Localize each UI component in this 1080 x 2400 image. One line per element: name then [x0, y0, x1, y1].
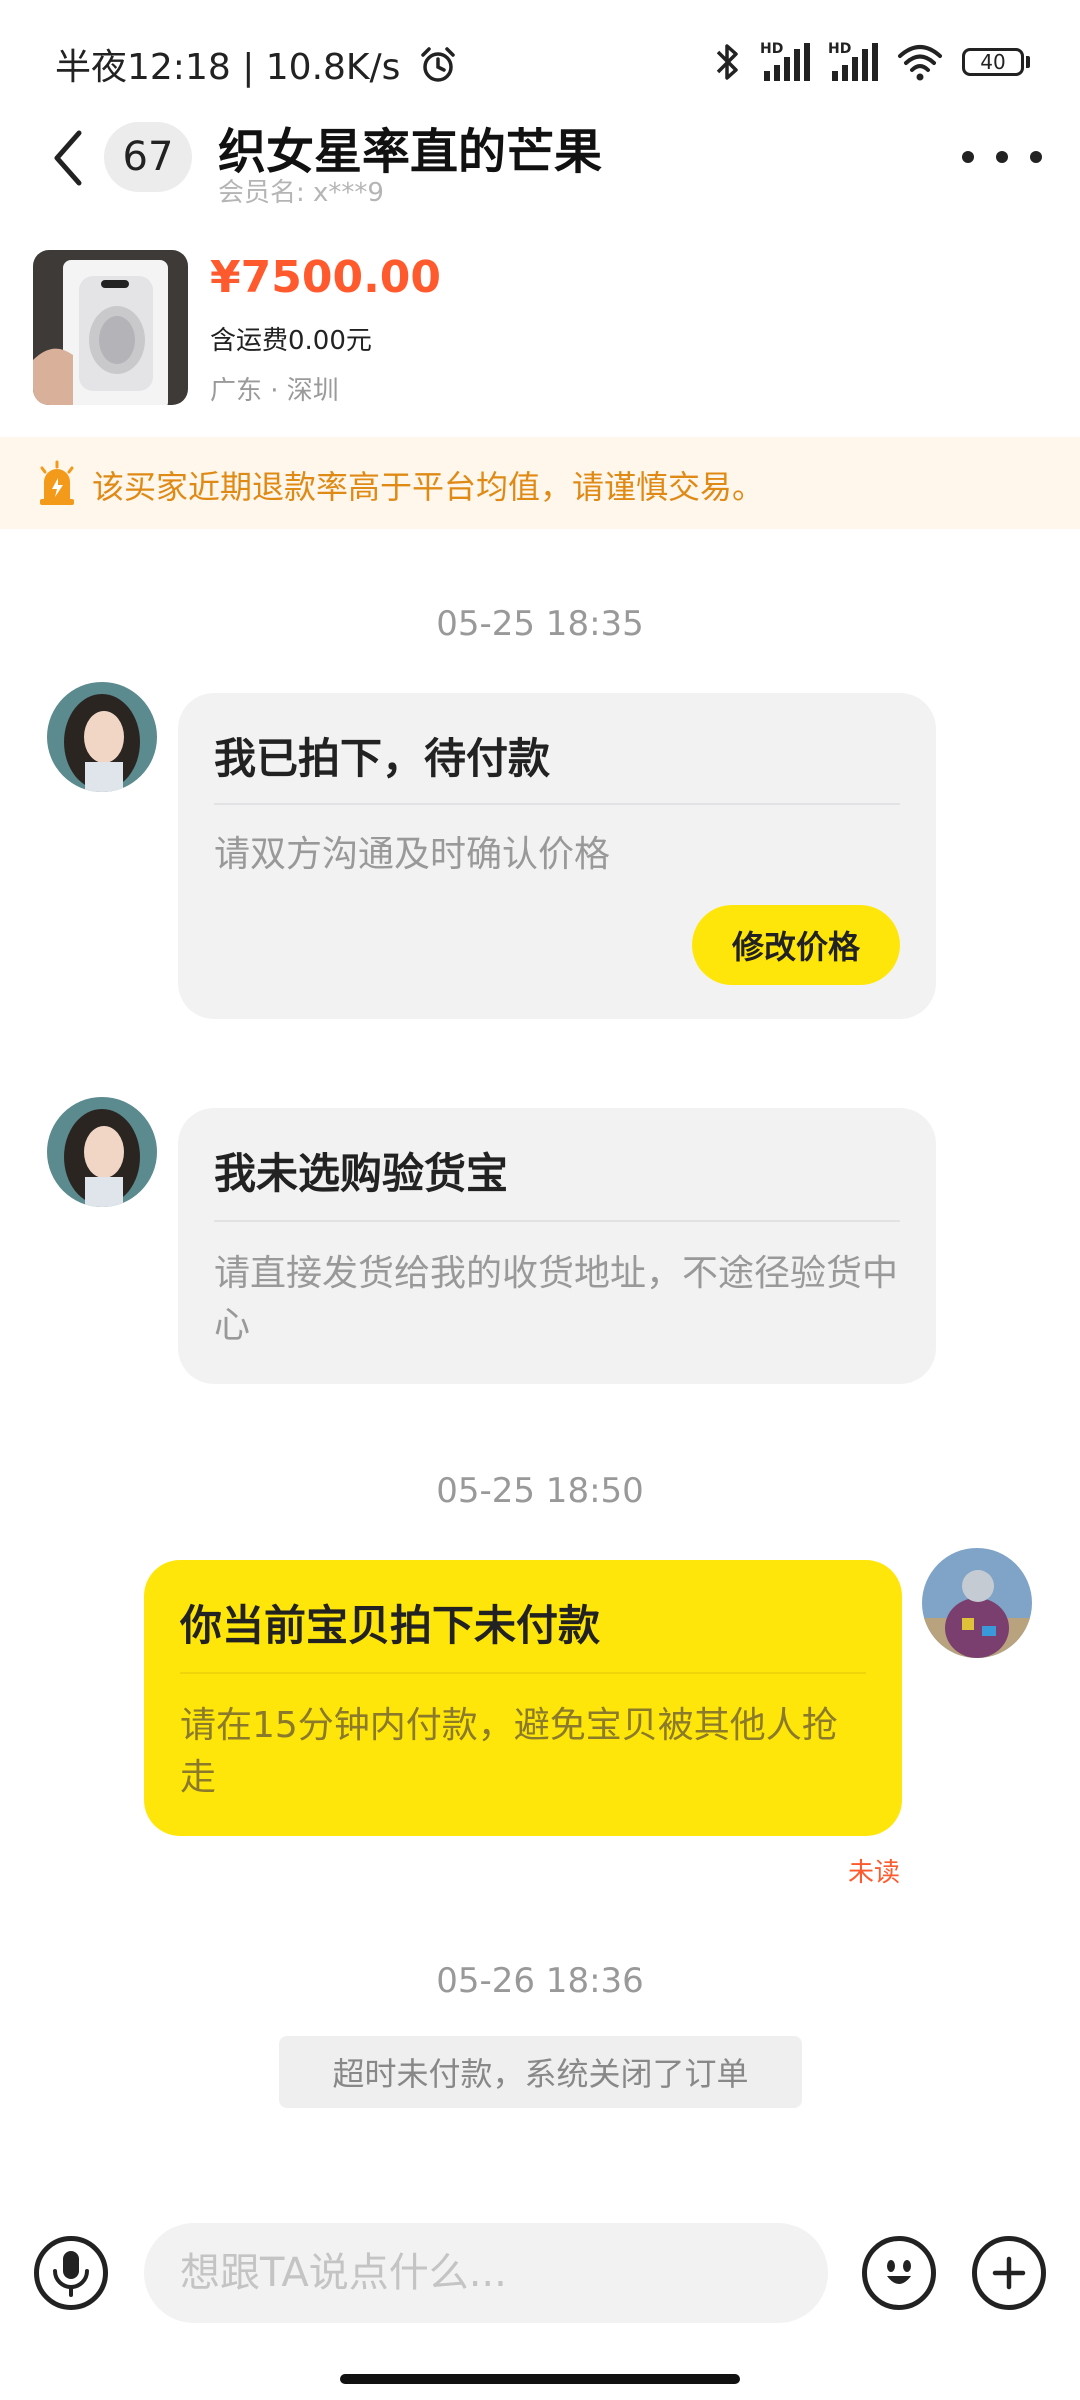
more-dot [996, 151, 1008, 163]
battery-level: 40 [980, 50, 1006, 74]
product-image[interactable] [33, 250, 188, 405]
inspection-notice-card: 我未选购验货宝 请直接发货给我的收货地址，不途径验货中心 [178, 1108, 936, 1384]
card-body: 请双方沟通及时确认价格 [214, 834, 611, 875]
modify-price-button[interactable]: 修改价格 [692, 905, 900, 985]
emoji-button[interactable] [862, 2236, 936, 2310]
emoji-icon [887, 2260, 911, 2284]
microphone-icon [53, 2251, 89, 2297]
shipping-fee: 含运费0.00元 [210, 326, 372, 356]
buyer-avatar[interactable] [47, 1097, 157, 1207]
unread-status: 未读 [847, 1858, 900, 1888]
wifi-icon [898, 45, 942, 81]
voice-button[interactable] [34, 2236, 108, 2310]
card-body: 请在15分钟内付款，避免宝贝被其他人抢走 [180, 1705, 838, 1798]
more-dots-icon [962, 151, 974, 163]
order-placed-card: 我已拍下，待付款 请双方沟通及时确认价格 修改价格 [178, 693, 936, 1019]
alarm-icon [421, 47, 455, 82]
back-button[interactable] [38, 118, 98, 198]
card-title: 你当前宝贝拍下未付款 [180, 1601, 601, 1650]
card-divider [214, 1220, 900, 1222]
more-options-button[interactable] [962, 132, 1042, 182]
warning-text: 该买家近期退款率高于平台均值，请谨慎交易。 [92, 468, 765, 506]
product-location: 广东 · 深圳 [210, 376, 339, 406]
message-input-box[interactable] [144, 2223, 828, 2323]
battery-icon: 40 [962, 46, 1032, 78]
seller-avatar[interactable] [922, 1548, 1032, 1658]
message-timestamp: 05-26 18:36 [436, 1961, 644, 2001]
unread-count-badge: 67 [104, 122, 192, 192]
status-icons: HD HD 40 [712, 38, 1032, 86]
buyer-avatar[interactable] [47, 682, 157, 792]
product-price: ¥7500.00 [210, 252, 442, 303]
card-title: 我未选购验货宝 [214, 1149, 509, 1198]
status-time: 半夜12:18 | 10.8K/s [55, 38, 458, 90]
plus-icon [992, 2256, 1026, 2290]
card-divider [214, 803, 900, 805]
card-title: 我已拍下，待付款 [214, 734, 551, 783]
chevron-left-icon [54, 130, 82, 186]
add-button[interactable] [972, 2236, 1046, 2310]
card-divider [180, 1672, 866, 1674]
member-name: 会员名: x***9 [218, 178, 384, 208]
system-notice: 超时未付款，系统关闭了订单 [279, 2036, 802, 2108]
unpaid-reminder-card: 你当前宝贝拍下未付款 请在15分钟内付款，避免宝贝被其他人抢走 [144, 1560, 902, 1836]
home-indicator[interactable] [340, 2374, 740, 2384]
alarm-light-icon [36, 460, 78, 506]
signal-icon: HD [828, 41, 878, 83]
signal-icon: HD [760, 41, 810, 83]
phone-box-image [33, 250, 188, 405]
card-body: 请直接发货给我的收货地址，不途径验货中心 [214, 1253, 899, 1346]
message-input[interactable] [178, 2249, 828, 2297]
bluetooth-icon [716, 44, 738, 80]
message-timestamp: 05-25 18:50 [436, 1471, 644, 1511]
more-dot [1030, 151, 1042, 163]
message-timestamp: 05-25 18:35 [436, 604, 644, 644]
